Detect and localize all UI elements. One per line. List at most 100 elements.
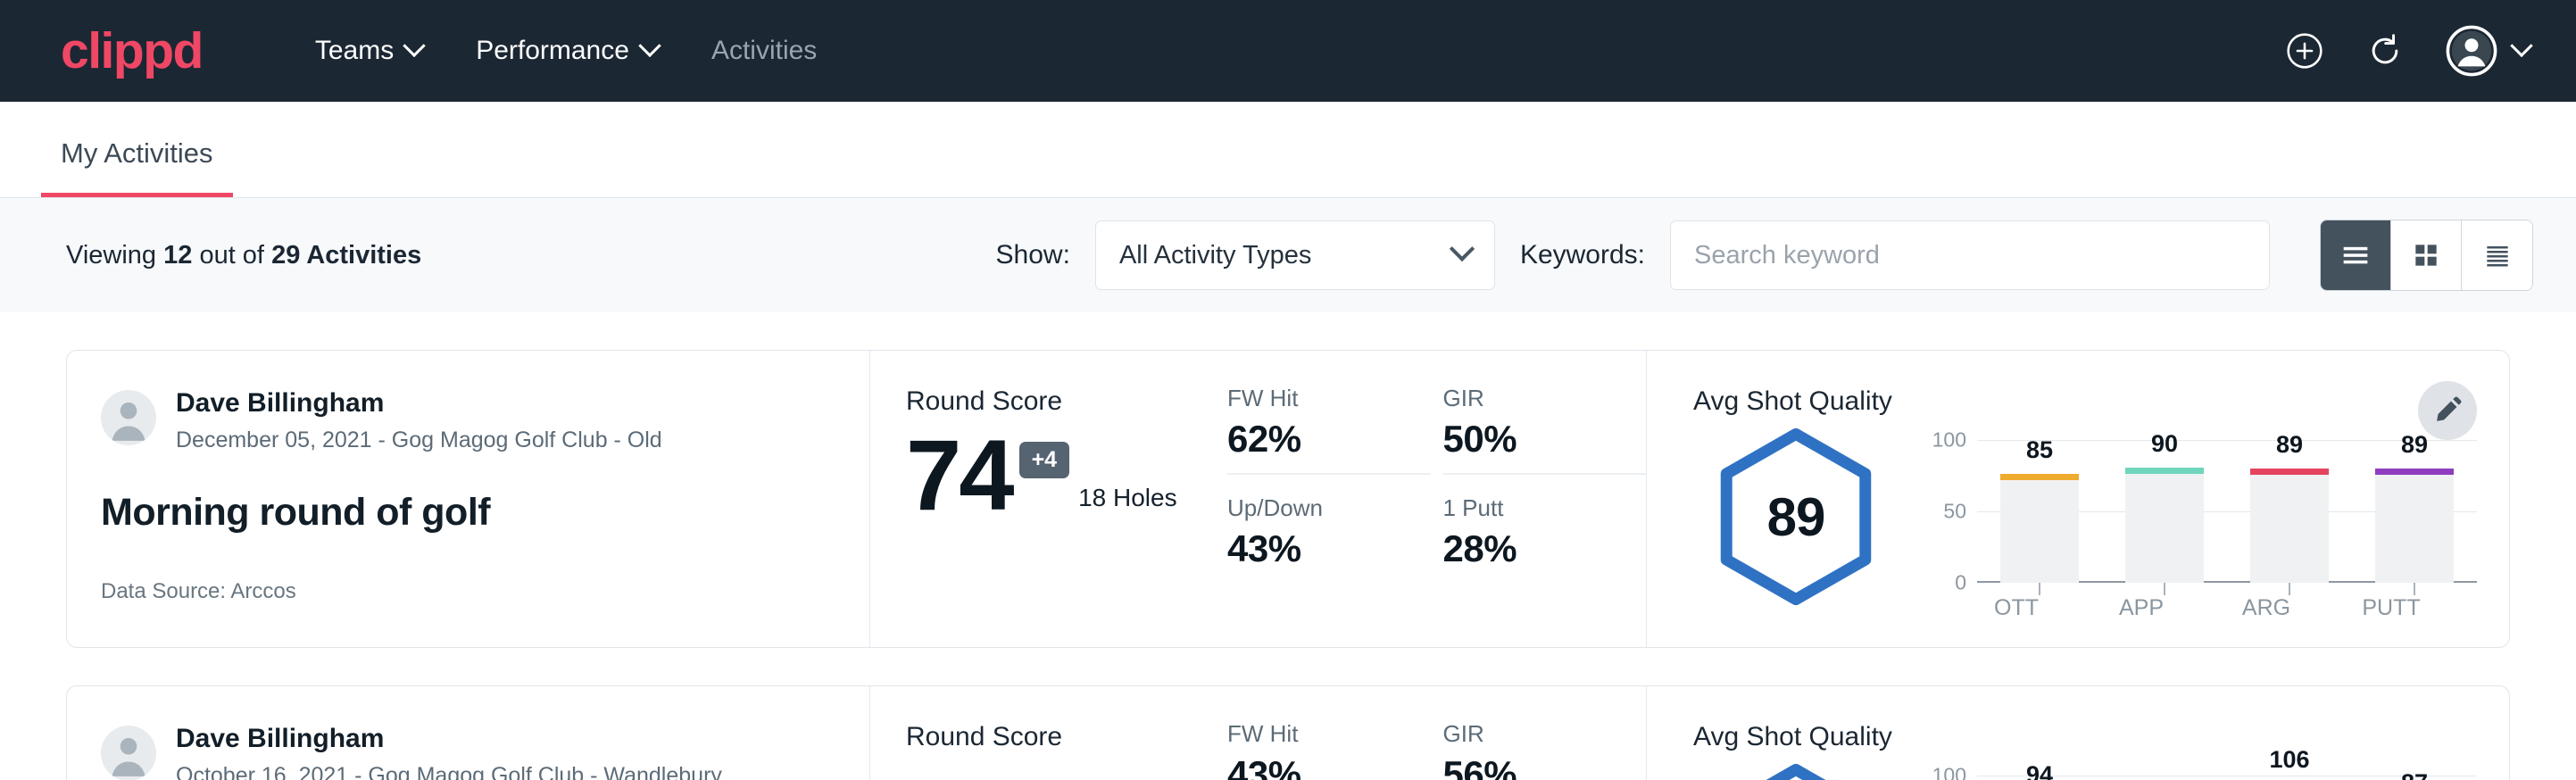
bar-slot: 89 — [2250, 440, 2329, 583]
bar-value-label: 87 — [2375, 769, 2454, 780]
bar-app: 90 — [2125, 474, 2204, 583]
avg-shot-quality-column: Avg Shot Quality 100 — [1647, 686, 2509, 780]
bar-slot: 89 — [2375, 440, 2454, 583]
viewing-prefix: Viewing — [66, 241, 156, 270]
bar-arg: 89 — [2250, 475, 2329, 583]
grid-icon — [2408, 237, 2444, 273]
avatar — [101, 726, 156, 780]
bar-value-label: 89 — [2250, 431, 2329, 459]
player-block: Dave Billingham October 16, 2021 - Gog M… — [101, 722, 828, 780]
round-score-label: Round Score — [906, 722, 1227, 752]
stats-column: FW Hit 43% GIR 56% — [1227, 686, 1647, 780]
keywords-label: Keywords: — [1520, 240, 1645, 270]
chevron-down-icon — [2510, 35, 2532, 57]
chart-x-labels: OTTAPPARGPUTT — [1954, 595, 2454, 621]
activity-meta: October 16, 2021 - Gog Magog Golf Club -… — [176, 763, 722, 780]
stat-label: FW Hit — [1227, 385, 1397, 412]
y-tick-0: 0 — [1955, 571, 1966, 595]
bar-slot: 87 — [2375, 776, 2454, 780]
quality-hexagon-wrap — [1693, 758, 1899, 780]
person-avatar-icon — [101, 390, 156, 445]
x-axis-label: ARG — [2227, 595, 2306, 621]
chevron-down-icon — [638, 35, 661, 57]
nav-item-performance[interactable]: Performance — [449, 27, 685, 75]
player-block: Dave Billingham December 05, 2021 - Gog … — [101, 386, 828, 453]
list-view-button[interactable] — [2321, 220, 2391, 290]
hexagon-icon — [1711, 763, 1881, 780]
nav-item-label: Performance — [476, 36, 629, 66]
chart-y-axis: 100 50 0 — [1922, 440, 1977, 583]
edit-activity-button[interactable] — [2418, 381, 2477, 440]
bar-cap — [2250, 469, 2329, 475]
y-tick-100: 100 — [1932, 764, 1966, 780]
player-name: Dave Billingham — [176, 722, 722, 756]
y-tick-100: 100 — [1932, 428, 1966, 452]
bar-value-label: 94 — [2000, 761, 2079, 780]
search-input[interactable] — [1694, 241, 2246, 270]
pencil-icon — [2432, 395, 2463, 426]
avg-shot-quality-body: 89 100 50 0 — [1693, 422, 2509, 621]
x-axis-label: PUTT — [2352, 595, 2431, 621]
holes-count: 18 Holes — [1078, 484, 1177, 521]
y-tick-50: 50 — [1943, 500, 1966, 524]
filter-bar: Viewing 12 out of 29 Activities Show: Al… — [0, 198, 2576, 312]
chart-area: 100 50 0 85 90 89 89 — [1922, 422, 2477, 583]
chart-y-axis: 100 — [1922, 776, 1977, 780]
bar-value-label: 85 — [2000, 436, 2079, 464]
stat-fw-hit: FW Hit 43% — [1227, 720, 1431, 780]
nav-item-teams[interactable]: Teams — [288, 27, 449, 75]
compact-list-icon — [2480, 237, 2515, 273]
tab-my-activities[interactable]: My Activities — [41, 137, 233, 197]
bar-value-label: 106 — [2250, 746, 2329, 774]
main-nav: Teams Performance Activities — [288, 27, 2285, 75]
chevron-down-icon — [403, 35, 425, 57]
add-button[interactable] — [2285, 31, 2324, 71]
viewing-middle: out of — [199, 241, 264, 270]
stat-up-down: Up/Down 43% — [1227, 494, 1431, 570]
stat-label: Up/Down — [1227, 494, 1397, 522]
stat-value: 28% — [1443, 527, 1613, 570]
x-axis-label: APP — [2102, 595, 2181, 621]
tab-strip: My Activities — [0, 102, 2576, 198]
bar-slot: 82 — [2125, 776, 2204, 780]
nav-item-activities[interactable]: Activities — [685, 27, 843, 75]
activity-info-column: Dave Billingham October 16, 2021 - Gog M… — [67, 686, 870, 780]
clippd-logo[interactable]: clippd — [61, 26, 203, 77]
activity-type-select[interactable]: All Activity Types — [1095, 220, 1495, 290]
filter-controls: Show: All Activity Types Keywords: — [996, 220, 2533, 291]
activity-card-list: Dave Billingham December 05, 2021 - Gog … — [0, 350, 2576, 780]
viewing-total: 29 Activities — [271, 241, 421, 270]
search-field[interactable] — [1670, 220, 2270, 290]
round-score-row: 74 +4 18 Holes — [906, 429, 1227, 521]
nav-item-label: Teams — [315, 36, 394, 66]
avatar — [101, 390, 156, 445]
bar-slot: 90 — [2125, 440, 2204, 583]
stat-value: 56% — [1443, 753, 1613, 780]
grid-view-button[interactable] — [2391, 220, 2462, 290]
round-score-value: 74 — [906, 429, 1012, 521]
score-to-par-badge: +4 — [1019, 442, 1070, 478]
show-label: Show: — [996, 240, 1070, 270]
shot-quality-chart: 100 948210687 — [1899, 758, 2477, 780]
top-actions — [2285, 25, 2530, 77]
stat-label: GIR — [1443, 385, 1613, 412]
compact-view-button[interactable] — [2462, 220, 2532, 290]
bar-putt: 89 — [2375, 475, 2454, 583]
chart-plot: 85908989 — [1977, 440, 2477, 583]
viewing-count: 12 — [163, 241, 192, 270]
account-avatar-icon — [2446, 25, 2497, 77]
refresh-button[interactable] — [2365, 31, 2405, 71]
shot-quality-chart: 100 50 0 85 90 89 89 — [1899, 422, 2477, 621]
avg-shot-quality-label: Avg Shot Quality — [1693, 722, 2509, 752]
bar-cap — [2125, 468, 2204, 474]
account-menu-button[interactable] — [2446, 25, 2530, 77]
activity-card[interactable]: Dave Billingham October 16, 2021 - Gog M… — [66, 685, 2510, 780]
bar-cap — [2375, 469, 2454, 475]
person-avatar-icon — [101, 726, 156, 780]
quality-hexagon — [1711, 763, 1881, 780]
player-name: Dave Billingham — [176, 386, 662, 420]
stat-gir: GIR 50% — [1443, 385, 1647, 475]
stat-label: 1 Putt — [1443, 494, 1613, 522]
bar-value-label: 82 — [2125, 776, 2204, 780]
activity-card[interactable]: Dave Billingham December 05, 2021 - Gog … — [66, 350, 2510, 648]
